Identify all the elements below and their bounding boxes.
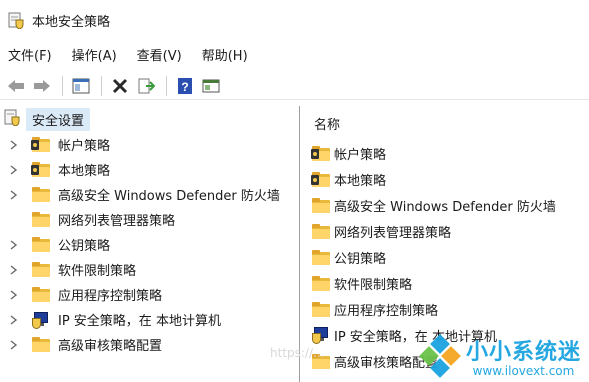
list-item[interactable]: 本地策略 xyxy=(306,166,589,192)
tree-item-label: 高级安全 Windows Defender 防火墙 xyxy=(58,189,280,204)
tree-root-security-settings[interactable]: 安全设置 xyxy=(0,106,299,132)
menu-view[interactable]: 查看(V) xyxy=(137,45,182,64)
back-arrow-icon[interactable] xyxy=(4,75,28,97)
locked-folder-icon xyxy=(31,162,50,177)
tree-item-label: 高级审核策略配置 xyxy=(58,339,163,354)
tree-item[interactable]: 帐户策略 xyxy=(0,132,299,157)
menu-file[interactable]: 文件(F) xyxy=(8,45,52,64)
tree-item[interactable]: IP 安全策略，在 本地计算机 xyxy=(0,307,299,332)
tree-item-label: 公钥策略 xyxy=(58,239,111,254)
chevron-right-icon[interactable] xyxy=(8,164,20,176)
list-item[interactable]: 应用程序控制策略 xyxy=(306,296,589,322)
chevron-right-icon[interactable] xyxy=(8,239,20,251)
chevron-right-icon[interactable] xyxy=(8,264,20,276)
tree-item-label: IP 安全策略，在 本地计算机 xyxy=(58,314,221,329)
folder-icon xyxy=(312,197,330,213)
folder-icon xyxy=(32,287,50,302)
list-item[interactable]: 网络列表管理器策略 xyxy=(306,218,589,244)
tree-item[interactable]: 高级安全 Windows Defender 防火墙 xyxy=(0,182,299,207)
title-bar: 本地安全策略 xyxy=(0,0,589,40)
toolbar-separator xyxy=(166,75,167,96)
locked-folder-icon xyxy=(311,145,330,161)
site-watermark: 小小系统迷 www.ilovext.com xyxy=(418,334,581,378)
folder-icon xyxy=(312,249,330,265)
watermark-logo-icon xyxy=(418,334,462,378)
list-item-label: 公钥策略 xyxy=(334,251,387,267)
tree-item-label: 本地策略 xyxy=(58,164,111,179)
tree-item[interactable]: 应用程序控制策略 xyxy=(0,282,299,307)
toolbar: ? xyxy=(0,72,589,100)
tree-item[interactable]: 公钥策略 xyxy=(0,232,299,257)
list-item[interactable]: 帐户策略 xyxy=(306,140,589,166)
list-item[interactable]: 高级安全 Windows Defender 防火墙 xyxy=(306,192,589,218)
tree-item-label: 帐户策略 xyxy=(58,139,111,154)
menu-action[interactable]: 操作(A) xyxy=(72,45,117,64)
folder-icon xyxy=(32,337,50,352)
security-settings-icon xyxy=(4,108,20,130)
tree-item[interactable]: 网络列表管理器策略 xyxy=(0,207,299,232)
chevron-right-icon[interactable] xyxy=(8,139,20,151)
chevron-right-icon[interactable] xyxy=(8,314,20,326)
help-icon[interactable]: ? xyxy=(173,75,197,97)
list-item-label: 软件限制策略 xyxy=(334,277,413,293)
tree-item[interactable]: 高级审核策略配置 xyxy=(0,332,299,357)
folder-icon xyxy=(32,212,50,227)
menu-bar: 文件(F) 操作(A) 查看(V) 帮助(H) xyxy=(0,43,268,65)
folder-icon xyxy=(32,187,50,202)
column-header-name[interactable]: 名称 xyxy=(306,106,589,140)
locked-folder-icon xyxy=(31,137,50,152)
watermark-url: www.ilovext.com xyxy=(472,364,575,378)
forward-arrow-icon[interactable] xyxy=(30,75,54,97)
list-item-label: 帐户策略 xyxy=(334,147,387,163)
locked-folder-icon xyxy=(311,171,330,187)
watermark-text: 小小系统迷 www.ilovext.com xyxy=(466,334,581,378)
tree-root-label: 安全设置 xyxy=(26,107,91,131)
chevron-placeholder xyxy=(8,214,20,226)
ip-security-icon xyxy=(32,311,50,329)
ip-security-icon xyxy=(312,326,330,344)
tree-item-label: 软件限制策略 xyxy=(58,264,137,279)
chevron-right-icon[interactable] xyxy=(8,289,20,301)
watermark-title: 小小系统迷 xyxy=(465,340,581,365)
chevron-right-icon[interactable] xyxy=(8,189,20,201)
tree-item-label: 网络列表管理器策略 xyxy=(58,214,176,229)
list-item[interactable]: 软件限制策略 xyxy=(306,270,589,296)
security-policy-app-icon xyxy=(8,11,24,30)
show-hide-tree-icon[interactable] xyxy=(69,75,93,97)
list-item-label: 网络列表管理器策略 xyxy=(334,225,452,241)
list-item-label: 高级安全 Windows Defender 防火墙 xyxy=(334,199,556,215)
toolbar-separator xyxy=(62,75,63,96)
delete-icon[interactable] xyxy=(108,75,132,97)
window-title: 本地安全策略 xyxy=(32,14,111,30)
faint-watermark-url: https://... xyxy=(270,346,325,360)
tree-item[interactable]: 软件限制策略 xyxy=(0,257,299,282)
tree-item[interactable]: 本地策略 xyxy=(0,157,299,182)
tree-pane: 安全设置 帐户策略本地策略高级安全 Windows Defender 防火墙 网络… xyxy=(0,106,300,382)
folder-icon xyxy=(312,275,330,291)
properties-icon[interactable] xyxy=(199,75,223,97)
tree-item-label: 应用程序控制策略 xyxy=(58,289,163,304)
toolbar-separator xyxy=(101,75,102,96)
list-item[interactable]: 公钥策略 xyxy=(306,244,589,270)
list-item-label: 应用程序控制策略 xyxy=(334,303,439,319)
export-list-icon[interactable] xyxy=(134,75,158,97)
menu-help[interactable]: 帮助(H) xyxy=(202,45,248,64)
folder-icon xyxy=(312,223,330,239)
list-item-label: 本地策略 xyxy=(334,173,387,189)
folder-icon xyxy=(312,301,330,317)
folder-icon xyxy=(32,237,50,252)
folder-icon xyxy=(32,262,50,277)
chevron-right-icon[interactable] xyxy=(8,339,20,351)
svg-text:?: ? xyxy=(181,80,188,94)
